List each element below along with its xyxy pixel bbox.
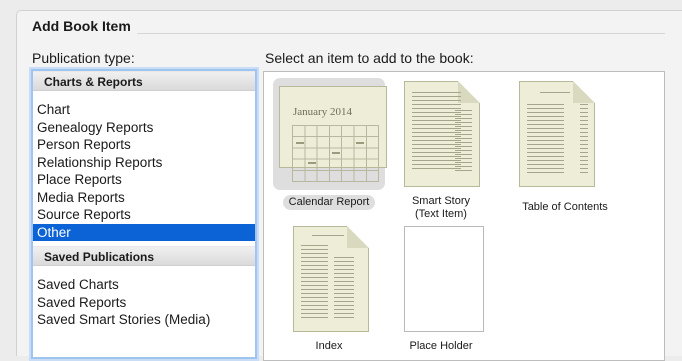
list-item-place-reports[interactable]: Place Reports (33, 171, 255, 189)
index-thumbnail (293, 226, 369, 332)
list-item-saved-charts[interactable]: Saved Charts (33, 276, 255, 294)
tile-label-calendar-report: Calendar Report (282, 195, 376, 210)
tile-label-place-holder: Place Holder (409, 340, 473, 352)
select-item-label: Select an item to add to the book: (265, 50, 474, 66)
tile-label-index: Index (315, 340, 343, 352)
tile-table-of-contents[interactable]: Table of Contents (509, 78, 619, 218)
list-item-saved-reports[interactable]: Saved Reports (33, 294, 255, 312)
list-item-media-reports[interactable]: Media Reports (33, 189, 255, 207)
list-item-saved-smart-stories[interactable]: Saved Smart Stories (Media) (33, 311, 255, 329)
group-divider (137, 33, 665, 34)
tile-smart-story[interactable]: Smart Story (Text Item) (396, 78, 506, 220)
list-item-relationship-reports[interactable]: Relationship Reports (33, 154, 255, 172)
table-of-contents-thumbnail (519, 81, 595, 187)
book-item-grid: January 2014 Calendar Report Smart Story… (263, 71, 665, 361)
list-item-source-reports[interactable]: Source Reports (33, 206, 255, 224)
publication-type-label: Publication type: (32, 50, 135, 66)
tile-label-table-of-contents: Table of Contents (522, 201, 608, 213)
list-item-chart[interactable]: Chart (33, 101, 255, 119)
calendar-thumbnail: January 2014 (279, 86, 387, 182)
publication-type-list[interactable]: Charts & Reports Chart Genealogy Reports… (31, 69, 257, 359)
calendar-month-text: January 2014 (293, 106, 352, 118)
list-item-other[interactable]: Other (33, 223, 255, 241)
place-holder-thumbnail (404, 226, 484, 332)
section-header-charts-reports: Charts & Reports (33, 71, 255, 91)
group-title: Add Book Item (32, 18, 131, 34)
list-item-person-reports[interactable]: Person Reports (33, 136, 255, 154)
tile-index[interactable]: Index (273, 224, 383, 360)
tile-label-smart-story: Smart Story (Text Item) (411, 195, 471, 220)
tile-calendar-report[interactable]: January 2014 Calendar Report (273, 78, 387, 218)
section-header-saved-publications: Saved Publications (33, 246, 255, 266)
tile-place-holder[interactable]: Place Holder (396, 224, 506, 360)
list-item-genealogy-reports[interactable]: Genealogy Reports (33, 119, 255, 137)
smart-story-thumbnail (404, 81, 480, 187)
